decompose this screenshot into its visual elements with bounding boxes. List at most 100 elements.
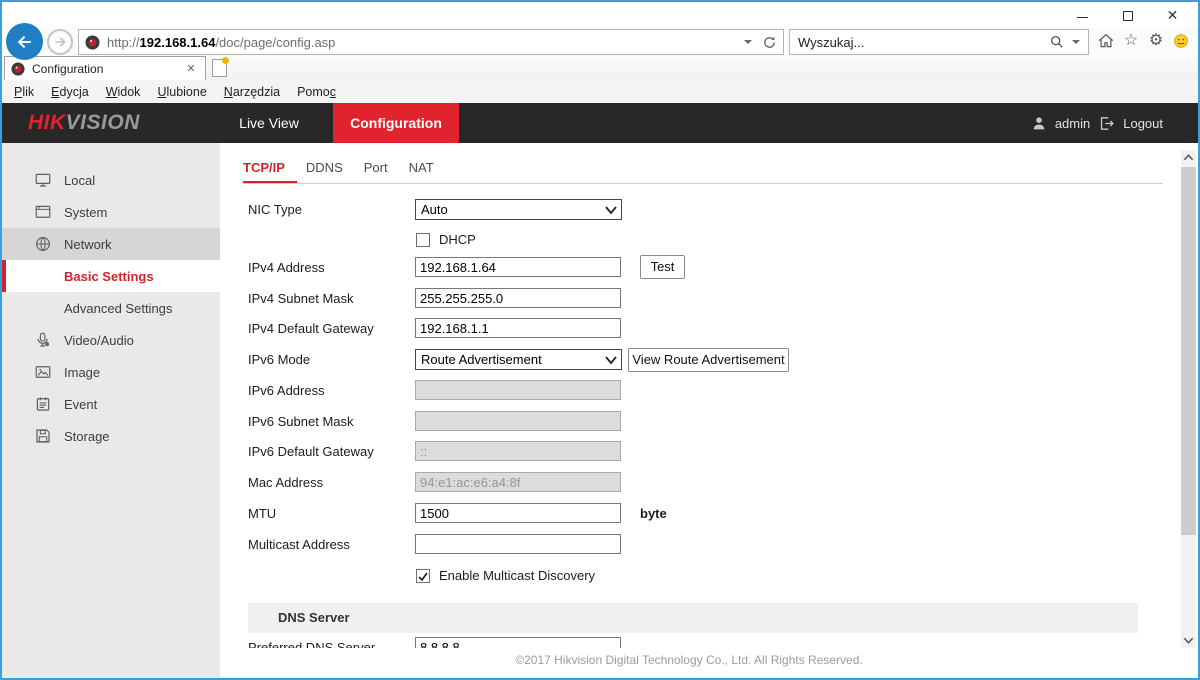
new-tab-button[interactable] [212,59,227,77]
settings-viewport: TCP/IP DDNS Port NAT NIC Type Auto [220,143,1198,648]
select-value: Auto [421,202,448,217]
sidebar-item-storage[interactable]: Storage [2,420,220,452]
multicast-address-input[interactable] [415,534,621,554]
sidebar-item-label: Local [64,173,95,188]
tab-favicon [11,62,25,76]
sidebar-item-label: System [64,205,107,220]
logout-icon [1098,115,1115,132]
refresh-icon[interactable] [762,35,777,50]
tab-title: Configuration [32,62,103,76]
search-icon[interactable] [1049,34,1065,50]
search-input[interactable]: Wyszukaj... [789,29,1089,55]
menu-item-ulubione[interactable]: Ulubione [157,85,206,99]
mtu-unit-label: byte [640,506,667,521]
sidebar-item-video-audio[interactable]: Video/Audio [2,324,220,356]
title-bar: ✕ [2,2,1198,28]
sidebar-item-basic-settings[interactable]: Basic Settings [2,260,220,292]
field-label: IPv4 Default Gateway [248,321,374,336]
close-button[interactable]: ✕ [1150,2,1195,28]
page-content: Local System Network Basic Settings Adva… [2,143,1198,678]
ipv4-address-input[interactable] [415,257,621,277]
multicast-discovery-label: Enable Multicast Discovery [439,568,595,583]
app-header: HIKVISION Live View Configuration admin … [2,103,1198,143]
scroll-down-icon[interactable] [1181,633,1196,648]
menu-item-narzedzia[interactable]: Narzędzia [224,85,280,99]
minimize-button[interactable] [1060,2,1105,28]
url-dropdown-icon[interactable] [744,40,752,44]
search-dropdown-icon[interactable] [1072,40,1080,44]
dns-server-section-header: DNS Server [248,603,1138,633]
ipv6-gateway-input [415,441,621,461]
tabs-divider [243,183,1163,184]
sidebar-item-advanced-settings[interactable]: Advanced Settings [2,292,220,324]
forward-button[interactable] [47,29,73,55]
nav-configuration[interactable]: Configuration [333,103,459,143]
nav-live-view[interactable]: Live View [224,103,314,143]
chevron-down-icon [604,204,618,216]
view-route-advertisement-button[interactable]: View Route Advertisement [628,348,789,372]
ipv6-mode-select[interactable]: Route Advertisement [415,349,622,370]
logout-label: Logout [1123,116,1163,131]
form-row-ipv6-gateway: IPv6 Default Gateway [220,441,1138,467]
form-row-ipv6-subnet: IPv6 Subnet Mask [220,411,1138,437]
menu-item-pomoc[interactable]: Pomoc [297,85,336,99]
globe-icon [34,235,52,253]
browser-tab-configuration[interactable]: Configuration ✕ [4,56,206,80]
sidebar-item-network[interactable]: Network [2,228,220,260]
settings-tabs: TCP/IP DDNS Port NAT [243,160,434,175]
maximize-button[interactable] [1105,2,1150,28]
tab-port[interactable]: Port [364,160,388,175]
minimize-icon [1077,17,1088,18]
menu-item-plik[interactable]: Plik [14,85,34,99]
logout-button[interactable]: Logout [1098,115,1163,132]
preferred-dns-input[interactable] [415,637,621,648]
copyright-footer: ©2017 Hikvision Digital Technology Co., … [220,653,1158,667]
tab-ddns[interactable]: DDNS [306,160,343,175]
sidebar-item-label: Basic Settings [64,269,154,284]
home-icon[interactable] [1097,32,1115,50]
floppy-icon [34,427,52,445]
gear-icon[interactable]: ⚙ [1147,32,1165,50]
form-row-dhcp: DHCP [220,231,1138,257]
ipv4-gateway-input[interactable] [415,318,621,338]
tab-tcpip[interactable]: TCP/IP [243,160,285,175]
field-label: IPv6 Subnet Mask [248,414,354,429]
form-row-multicast-address: Multicast Address [220,534,1138,560]
dns-section-title: DNS Server [278,610,350,625]
scrollbar-thumb[interactable] [1181,167,1196,535]
favorites-star-icon[interactable]: ☆ [1122,32,1140,50]
main-panel: TCP/IP DDNS Port NAT NIC Type Auto [220,143,1198,678]
multicast-discovery-checkbox[interactable] [416,569,430,583]
form-row-ipv6-address: IPv6 Address [220,380,1138,406]
field-label: IPv6 Address [248,383,325,398]
mac-address-input [415,472,621,492]
tab-close-icon[interactable]: ✕ [183,62,199,75]
forward-arrow-icon [52,34,68,50]
field-label: Preferred DNS Server [248,640,375,648]
test-button[interactable]: Test [640,255,685,279]
sidebar-item-image[interactable]: Image [2,356,220,388]
form-row-multicast-discovery: Enable Multicast Discovery [220,567,1138,593]
nic-type-select[interactable]: Auto [415,199,622,220]
sidebar-item-label: Image [64,365,100,380]
menu-item-edycja[interactable]: Edycja [51,85,89,99]
url-field[interactable]: http://192.168.1.64/doc/page/config.asp [78,29,784,55]
field-label: IPv4 Address [248,260,325,275]
tab-nat[interactable]: NAT [409,160,434,175]
mtu-input[interactable] [415,503,621,523]
ipv4-subnet-input[interactable] [415,288,621,308]
sidebar-item-event[interactable]: Event [2,388,220,420]
sidebar-item-local[interactable]: Local [2,164,220,196]
sidebar-item-system[interactable]: System [2,196,220,228]
dhcp-checkbox[interactable] [416,233,430,247]
search-placeholder: Wyszukaj... [798,35,864,50]
menu-item-widok[interactable]: Widok [106,85,141,99]
form-row-nic-type: NIC Type Auto [220,199,1138,225]
microphone-icon [34,331,52,349]
vertical-scrollbar[interactable] [1181,150,1196,648]
address-bar-row: http://192.168.1.64/doc/page/config.asp … [2,28,1198,56]
scroll-up-icon[interactable] [1181,150,1196,165]
site-favicon [85,35,100,50]
smiley-feedback-icon[interactable] [1172,32,1190,50]
back-button[interactable] [6,23,43,60]
